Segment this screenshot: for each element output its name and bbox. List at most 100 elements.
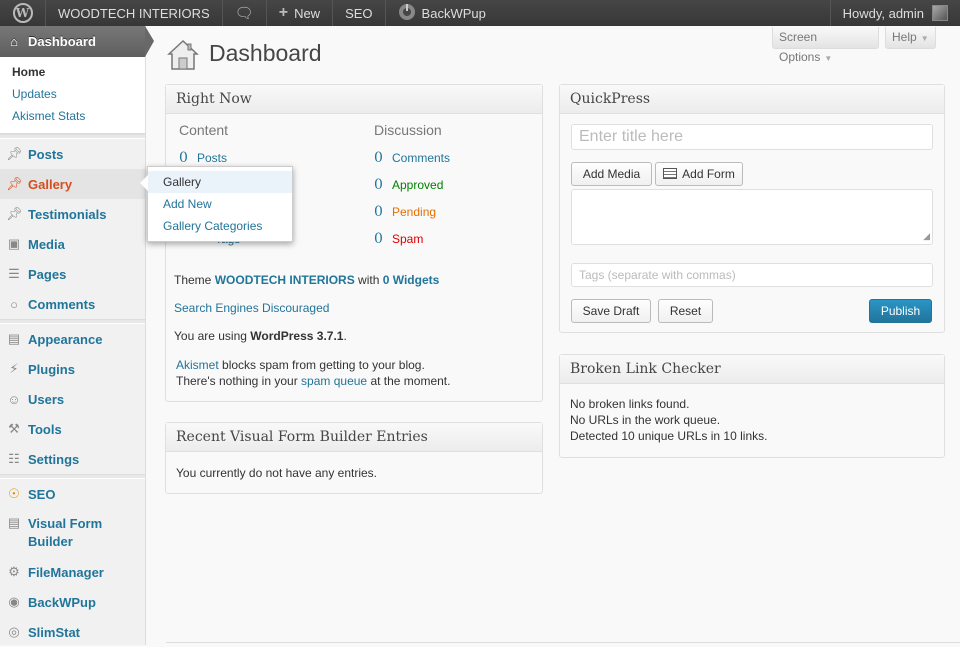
menu-visual-form-builder[interactable]: ▤ Visual Form Builder: [0, 509, 145, 557]
pushpin-icon: 📌︎: [6, 176, 23, 191]
media-icon: ▣: [7, 236, 21, 251]
resize-grip-icon[interactable]: ◢: [923, 231, 930, 242]
wp-version-line: You are using WordPress 3.7.1.: [174, 329, 347, 343]
menu-backwpup[interactable]: ◉ BackWPup: [0, 587, 145, 617]
wp-version: WordPress 3.7.1: [250, 329, 344, 343]
broken-link-checker-box: Broken Link Checker No broken links foun…: [559, 354, 945, 458]
howdy-text: Howdy, admin: [842, 5, 924, 21]
help-label: Help: [892, 30, 917, 44]
menu-appearance[interactable]: ▤ Appearance: [0, 324, 145, 354]
save-draft-button[interactable]: Save Draft: [571, 299, 651, 323]
menu-pages[interactable]: ☰ Pages: [0, 259, 145, 289]
vfb-entries-text: You currently do not have any entries.: [176, 466, 378, 480]
menu-seo[interactable]: ☉ SEO: [0, 479, 145, 509]
dashboard-submenu: Home Updates Akismet Stats: [0, 57, 145, 134]
backwpup-icon: [398, 3, 416, 24]
discussion-row[interactable]: 0 Spam: [374, 225, 534, 252]
seo-icon: ☉: [8, 486, 20, 501]
wordpress-logo-icon[interactable]: W: [0, 0, 46, 26]
menu-dashboard-label: Dashboard: [28, 34, 96, 49]
submenu-akismet-stats[interactable]: Akismet Stats: [0, 105, 145, 127]
comments-link[interactable]: 🗨︎: [223, 0, 267, 26]
chevron-down-icon: ▼: [824, 54, 833, 63]
menu-testimonials-label: Testimonials: [28, 206, 107, 222]
menu-testimonials[interactable]: 📌︎ Testimonials: [0, 199, 145, 229]
flyout-gallery[interactable]: Gallery: [148, 171, 292, 193]
menu-slimstat[interactable]: ◎ SlimStat: [0, 617, 145, 647]
quickpress-title: QuickPress: [560, 85, 944, 114]
discussion-row[interactable]: 0 Pending: [374, 198, 534, 225]
flyout-add-new[interactable]: Add New: [148, 193, 292, 215]
site-name: WOODTECH INTERIORS: [58, 5, 210, 21]
admin-bar: W WOODTECH INTERIORS 🗨︎ + New SEO BackWP…: [0, 0, 960, 26]
menu-settings[interactable]: ☷ Settings: [0, 444, 145, 474]
menu-slimstat-label: SlimStat: [28, 624, 81, 640]
backwpup-label: BackWPup: [421, 5, 486, 21]
content-heading: Content: [179, 122, 229, 138]
tags-input[interactable]: Tags (separate with commas): [571, 263, 933, 287]
home-icon: ⌂: [10, 34, 18, 49]
broken-link-status: No broken links found. No URLs in the wo…: [570, 397, 768, 443]
menu-tools-label: Tools: [28, 421, 62, 437]
menu-vfb-label: Visual Form Builder: [28, 516, 103, 549]
screen-options-label: Screen Options: [779, 30, 821, 64]
pushpin-icon: 📌︎: [6, 146, 23, 161]
submenu-home[interactable]: Home: [0, 61, 145, 83]
publish-button[interactable]: Publish: [869, 299, 932, 323]
menu-posts-label: Posts: [28, 146, 64, 162]
theme-line: Theme WOODTECH INTERIORS with 0 Widgets: [174, 273, 440, 287]
right-now-box: Right Now Content 0Posts Tags Discussion…: [165, 84, 543, 402]
my-account-link[interactable]: Howdy, admin: [829, 0, 960, 26]
menu-gallery[interactable]: 📌︎ Gallery: [0, 169, 145, 199]
menu-tools[interactable]: ⚒︎ Tools: [0, 414, 145, 444]
menu-comments[interactable]: ○ Comments: [0, 289, 145, 319]
add-media-button[interactable]: Add Media: [571, 162, 652, 186]
pushpin-icon: 📌︎: [6, 206, 23, 221]
search-engines-discouraged-link[interactable]: Search Engines Discouraged: [174, 301, 329, 315]
menu-plugins-label: Plugins: [28, 361, 75, 377]
menu-plugins[interactable]: ⚡︎ Plugins: [0, 354, 145, 384]
pages-icon: ☰: [8, 266, 20, 281]
backwpup-link[interactable]: BackWPup: [386, 0, 498, 26]
screen-options-button[interactable]: Screen Options ▼: [772, 27, 879, 64]
submenu-updates[interactable]: Updates: [0, 83, 145, 105]
site-name-link[interactable]: WOODTECH INTERIORS: [46, 0, 223, 26]
menu-filemanager[interactable]: ⚙︎ FileManager: [0, 557, 145, 587]
spam-queue-link[interactable]: spam queue: [301, 374, 367, 388]
menu-users[interactable]: ☺︎ Users: [0, 384, 145, 414]
menu-dashboard[interactable]: ⌂ Dashboard: [0, 26, 154, 57]
seo-link[interactable]: SEO: [333, 0, 386, 26]
reset-button[interactable]: Reset: [658, 299, 713, 323]
flyout-gallery-categories[interactable]: Gallery Categories: [148, 215, 292, 237]
new-content-link[interactable]: + New: [267, 0, 334, 26]
appearance-icon: ▤: [7, 331, 21, 346]
avatar: [932, 5, 948, 21]
backwpup-icon: ◉: [8, 594, 20, 609]
theme-link[interactable]: WOODTECH INTERIORS: [215, 273, 355, 287]
new-label: New: [294, 5, 321, 21]
seo-label: SEO: [345, 5, 373, 21]
footer-divider: [166, 642, 960, 643]
right-now-title: Right Now: [166, 85, 542, 114]
tools-icon: ⚒︎: [8, 421, 20, 436]
vfb-entries-title: Recent Visual Form Builder Entries: [166, 423, 542, 452]
akismet-status: Akismet blocks spam from getting to your…: [176, 358, 451, 388]
discussion-row[interactable]: 0 Approved: [374, 171, 534, 198]
post-content-textarea[interactable]: ◢: [571, 189, 933, 245]
menu-seo-label: SEO: [28, 486, 56, 502]
menu-settings-label: Settings: [28, 451, 80, 467]
discussion-row[interactable]: 0 Comments: [374, 144, 534, 171]
menu-media[interactable]: ▣ Media: [0, 229, 145, 259]
akismet-link[interactable]: Akismet: [176, 358, 219, 372]
widgets-link[interactable]: 0 Widgets: [383, 273, 440, 287]
users-icon: ☺︎: [7, 391, 21, 407]
add-form-button[interactable]: Add Form: [655, 162, 743, 186]
right-now-versions: Theme WOODTECH INTERIORS with 0 Widgets …: [174, 273, 534, 389]
menu-pages-label: Pages: [28, 266, 67, 282]
help-button[interactable]: Help ▼: [885, 27, 936, 49]
slimstat-icon: ◎: [8, 624, 20, 639]
quickpress-box: QuickPress Enter title here Add Media Ad…: [559, 84, 945, 333]
menu-posts[interactable]: 📌︎ Posts: [0, 139, 145, 169]
post-title-input[interactable]: Enter title here: [571, 124, 933, 150]
menu-filemanager-label: FileManager: [28, 564, 104, 580]
